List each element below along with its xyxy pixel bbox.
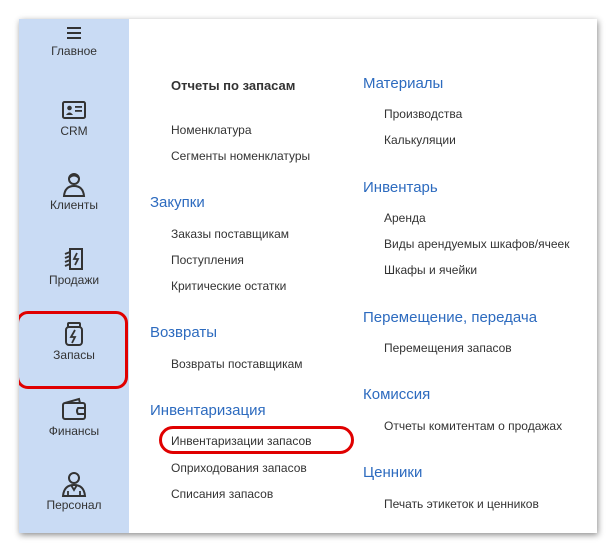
link-stock-transfers[interactable]: Перемещения запасов	[384, 341, 512, 355]
group-title-commission[interactable]: Комиссия	[363, 386, 430, 403]
sidebar-item-staff[interactable]: Персонал	[19, 471, 129, 512]
link-stock-writeoffs[interactable]: Списания запасов	[171, 487, 273, 501]
selected-highlight	[19, 311, 128, 389]
content-panel: Отчеты по запасам Номенклатура Сегменты …	[129, 19, 597, 533]
link-critical-stock[interactable]: Критические остатки	[171, 279, 286, 293]
link-highlight	[159, 426, 354, 454]
group-title-purchases[interactable]: Закупки	[150, 194, 205, 211]
link-consignor-reports[interactable]: Отчеты комитентам о продажах	[384, 419, 562, 433]
group-title-price-tags[interactable]: Ценники	[363, 464, 422, 481]
link-nomenclature[interactable]: Номенклатура	[171, 123, 252, 137]
person-icon	[61, 171, 87, 197]
link-stock-postings[interactable]: Оприходования запасов	[171, 461, 307, 475]
sidebar-item-label: Персонал	[46, 498, 102, 512]
sidebar-item-clients[interactable]: Клиенты	[19, 171, 129, 212]
sales-tag-icon	[61, 246, 87, 272]
sidebar-item-label: Клиенты	[49, 198, 99, 212]
sidebar: Главное CRM Клиенты Продажи Запасы Финан…	[19, 19, 129, 533]
contact-card-icon	[61, 97, 87, 123]
sidebar-item-finance[interactable]: Финансы	[19, 397, 129, 438]
group-title-materials[interactable]: Материалы	[363, 75, 443, 92]
group-title-inventory-count[interactable]: Инвентаризация	[150, 402, 266, 419]
link-print-labels[interactable]: Печать этикеток и ценников	[384, 497, 539, 511]
group-title-returns[interactable]: Возвраты	[150, 324, 217, 341]
link-locker-types[interactable]: Виды арендуемых шкафов/ячеек	[384, 237, 569, 251]
group-title-transfers[interactable]: Перемещение, передача	[363, 309, 537, 326]
link-supplier-returns[interactable]: Возвраты поставщикам	[171, 357, 303, 371]
staff-icon	[61, 471, 87, 497]
group-title-equipment[interactable]: Инвентарь	[363, 179, 438, 196]
link-supplier-orders[interactable]: Заказы поставщикам	[171, 227, 289, 241]
stock-reports-header[interactable]: Отчеты по запасам	[171, 78, 295, 93]
sidebar-item-label: Финансы	[48, 424, 100, 438]
link-receipts[interactable]: Поступления	[171, 253, 244, 267]
sidebar-item-label: Главное	[51, 44, 97, 58]
link-rent[interactable]: Аренда	[384, 211, 426, 225]
sidebar-item-sales[interactable]: Продажи	[19, 246, 129, 287]
link-lockers[interactable]: Шкафы и ячейки	[384, 263, 477, 277]
link-costings[interactable]: Калькуляции	[384, 133, 456, 147]
wallet-icon	[61, 397, 87, 423]
app-window: Главное CRM Клиенты Продажи Запасы Финан…	[19, 19, 597, 533]
link-productions[interactable]: Производства	[384, 107, 462, 121]
sidebar-item-crm[interactable]: CRM	[19, 97, 129, 138]
sidebar-item-label: CRM	[60, 124, 88, 138]
sidebar-item-label: Продажи	[48, 273, 100, 287]
menu-icon	[64, 23, 84, 43]
link-nomenclature-segments[interactable]: Сегменты номенклатуры	[171, 149, 310, 163]
sidebar-item-main[interactable]: Главное	[19, 23, 129, 58]
